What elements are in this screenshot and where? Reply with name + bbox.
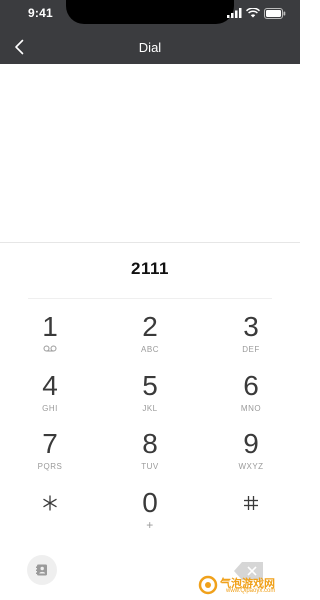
device-notch — [66, 0, 234, 24]
contacts-button[interactable] — [27, 555, 57, 585]
dial-screen: 9:41 Dial 2111 1 2 ABC 3 DEF 4 GHI 5 JKL… — [0, 0, 300, 600]
key-4[interactable]: 4 GHI — [15, 371, 85, 427]
status-time: 9:41 — [28, 6, 53, 20]
key-digit: 6 — [243, 370, 259, 401]
watermark: 气泡游戏网 www.Qipaoyx.com — [198, 572, 298, 598]
key-letters: DEF — [242, 345, 260, 354]
key-sub — [15, 345, 85, 354]
key-1[interactable]: 1 — [15, 312, 85, 368]
key-digit: 4 — [42, 370, 58, 401]
key-8[interactable]: 8 TUV — [115, 429, 185, 485]
key-letters: TUV — [141, 462, 159, 471]
key-5[interactable]: 5 JKL — [115, 371, 185, 427]
page-title: Dial — [138, 40, 162, 55]
watermark-url: www.Qipaoyx.com — [226, 588, 276, 594]
key-glyph — [15, 494, 85, 512]
key-digit: 0 — [142, 487, 158, 518]
key-digit: 2 — [142, 311, 158, 342]
key-star[interactable] — [15, 488, 85, 544]
status-icons — [227, 7, 286, 19]
top-divider — [0, 242, 300, 243]
key-plus: + — [146, 518, 154, 532]
key-7[interactable]: 7 PQRS — [15, 429, 85, 485]
signal-icon — [227, 8, 242, 18]
key-9[interactable]: 9 WXYZ — [216, 429, 286, 485]
key-digit: 9 — [243, 428, 259, 459]
key-6[interactable]: 6 MNO — [216, 371, 286, 427]
key-digit: 1 — [42, 311, 58, 342]
key-2[interactable]: 2 ABC — [115, 312, 185, 368]
hash-icon — [244, 496, 258, 510]
key-letters: JKL — [142, 404, 158, 413]
key-letters: ABC — [141, 345, 159, 354]
key-3[interactable]: 3 DEF — [216, 312, 286, 368]
watermark-logo-icon — [198, 575, 218, 595]
contacts-icon — [36, 564, 47, 576]
key-digit: 7 — [42, 428, 58, 459]
asterisk-icon — [43, 495, 57, 511]
key-digit: 5 — [142, 370, 158, 401]
key-digit: 3 — [243, 311, 259, 342]
key-digit: 8 — [142, 428, 158, 459]
key-hash[interactable] — [216, 488, 286, 544]
wifi-icon — [246, 8, 260, 18]
key-letters: PQRS — [37, 462, 63, 471]
header-bar: 9:41 Dial — [0, 0, 300, 64]
key-glyph — [216, 494, 286, 512]
keypad-divider — [28, 298, 272, 299]
battery-icon — [264, 7, 286, 19]
dialed-number-display: 2111 — [131, 259, 169, 278]
key-letters: WXYZ — [238, 462, 264, 471]
key-0[interactable]: 0 + — [115, 488, 185, 544]
voicemail-icon — [43, 345, 57, 352]
key-letters: GHI — [42, 404, 58, 413]
key-letters: MNO — [240, 404, 262, 413]
